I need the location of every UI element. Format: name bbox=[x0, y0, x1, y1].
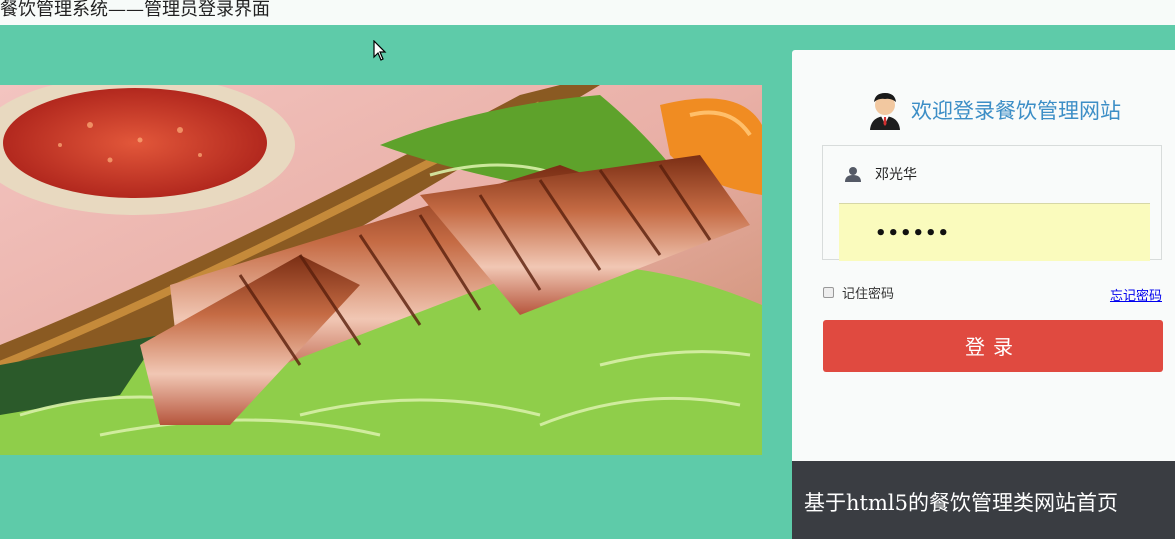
username-row bbox=[823, 146, 1161, 202]
page-title: 餐饮管理系统——管理员登录界面 bbox=[0, 0, 270, 20]
login-form bbox=[822, 145, 1162, 261]
remember-label: 记住密码 bbox=[842, 287, 895, 302]
mouse-cursor-icon bbox=[373, 40, 387, 61]
login-heading: 欢迎登录餐饮管理网站 bbox=[865, 88, 1121, 132]
window-title-bar: 餐饮管理系统——管理员登录界面 bbox=[0, 0, 1175, 25]
password-field[interactable] bbox=[839, 203, 1150, 261]
footer-text: 基于html5的餐饮管理类网站首页 bbox=[804, 491, 1118, 515]
user-avatar-icon bbox=[870, 93, 900, 130]
login-heading-text: 欢迎登录餐饮管理网站 bbox=[911, 99, 1121, 123]
login-panel: 欢迎登录餐饮管理网站 记住密码 忘记密码 登录 bbox=[792, 50, 1175, 461]
login-button[interactable]: 登录 bbox=[823, 320, 1163, 372]
footer-banner: 基于html5的餐饮管理类网站首页 bbox=[792, 461, 1175, 539]
remember-checkbox[interactable] bbox=[823, 287, 834, 298]
username-input[interactable] bbox=[875, 166, 1145, 182]
remember-password[interactable]: 记住密码 bbox=[823, 283, 894, 302]
user-icon bbox=[845, 167, 861, 182]
forgot-password-link[interactable]: 忘记密码 bbox=[1110, 285, 1162, 304]
password-input[interactable] bbox=[873, 222, 1137, 245]
food-banner-image bbox=[0, 85, 762, 455]
